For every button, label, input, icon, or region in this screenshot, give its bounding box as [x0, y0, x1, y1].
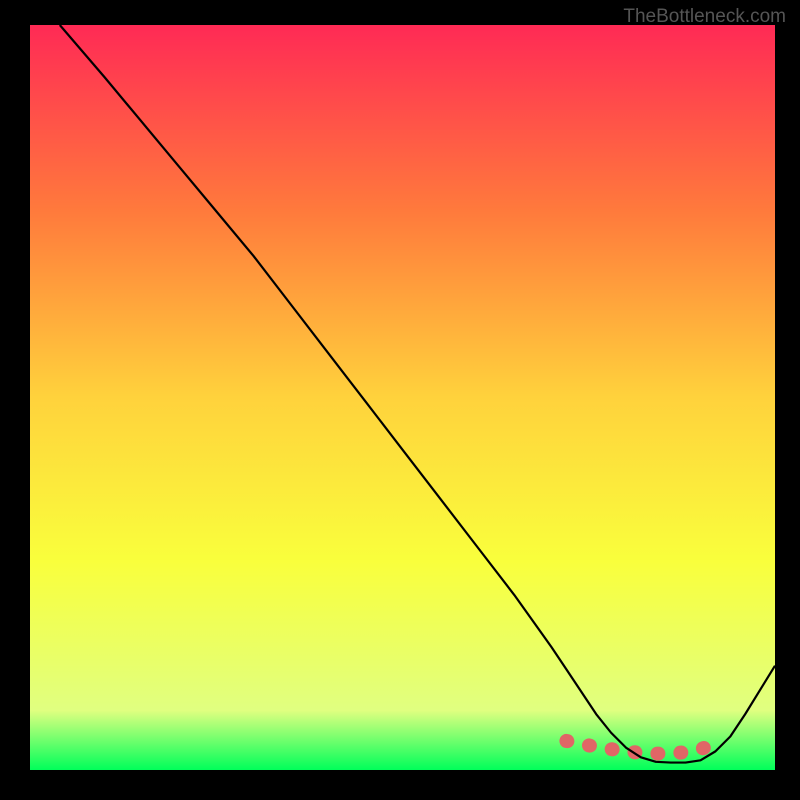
chart-background-gradient — [30, 25, 775, 770]
watermark-text: TheBottleneck.com — [623, 6, 786, 28]
chart-plot-area — [30, 25, 775, 770]
chart-svg — [30, 25, 775, 770]
